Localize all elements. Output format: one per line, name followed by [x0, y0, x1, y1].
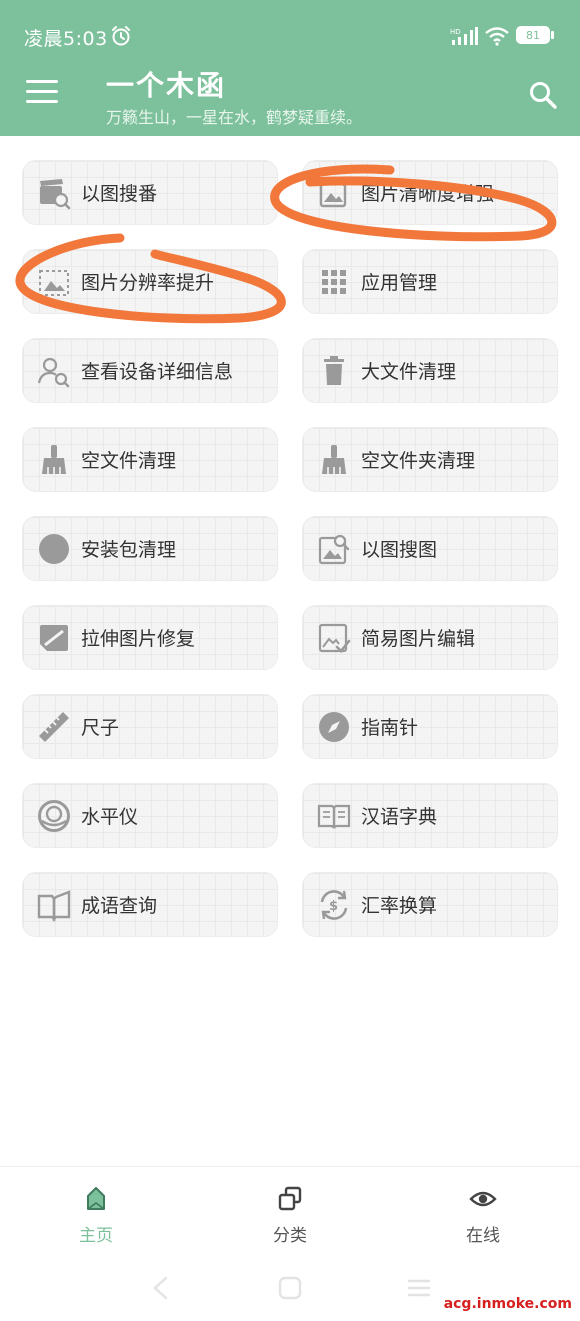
tool-label: 成语查询 — [81, 895, 158, 917]
tool-label: 大文件清理 — [361, 361, 457, 383]
tool-label: 尺子 — [81, 717, 120, 739]
search-icon[interactable] — [528, 80, 558, 110]
tool-label: 空文件清理 — [81, 450, 177, 472]
level-icon — [37, 799, 71, 833]
tool-label: 图片分辨率提升 — [81, 272, 215, 294]
tool-card[interactable]: 以图搜图 — [302, 516, 558, 581]
home-icon — [87, 1187, 105, 1210]
nav-label: 主页 — [79, 1226, 113, 1246]
tool-card[interactable]: 水平仪 — [22, 783, 278, 848]
nav-home[interactable]: 主页 — [36, 1185, 156, 1246]
nav-label: 分类 — [273, 1226, 307, 1246]
tool-card[interactable]: 图片分辨率提升 — [22, 249, 278, 314]
open-book-icon — [37, 888, 71, 922]
user-search-icon — [37, 354, 71, 388]
tool-card[interactable]: 尺子 — [22, 694, 278, 759]
tool-label: 安装包清理 — [81, 539, 177, 561]
tool-label: 指南针 — [361, 717, 419, 739]
compass-icon — [317, 710, 351, 744]
bottom-nav: 主页 分类 在线 — [0, 1166, 580, 1257]
tool-card[interactable]: 空文件清理 — [22, 427, 278, 492]
tool-card[interactable]: 查看设备详细信息 — [22, 338, 278, 403]
image-resolution-icon — [37, 265, 71, 299]
tool-label: 汉语字典 — [361, 806, 438, 828]
tool-card[interactable]: 拉伸图片修复 — [22, 605, 278, 670]
tool-card[interactable]: 大文件清理 — [302, 338, 558, 403]
battery-indicator: 81 — [516, 26, 550, 44]
tool-card[interactable]: 空文件夹清理 — [302, 427, 558, 492]
home-button-icon[interactable] — [275, 1274, 305, 1302]
nav-category[interactable]: 分类 — [230, 1185, 350, 1246]
book-icon — [317, 799, 351, 833]
tool-card[interactable]: 以图搜番 — [22, 160, 278, 225]
tool-card[interactable]: $ 汇率换算 — [302, 872, 558, 937]
grid-apps-icon — [317, 265, 351, 299]
tool-card[interactable]: 成语查询 — [22, 872, 278, 937]
ruler-icon — [37, 710, 71, 744]
circle-icon — [37, 532, 71, 566]
menu-icon[interactable] — [26, 80, 58, 106]
recent-apps-icon[interactable] — [404, 1274, 434, 1302]
tool-card[interactable]: 应用管理 — [302, 249, 558, 314]
currency-exchange-icon: $ — [317, 888, 351, 922]
back-icon[interactable] — [146, 1274, 176, 1302]
broom-icon — [37, 443, 71, 477]
tool-label: 汇率换算 — [361, 895, 438, 917]
tool-label: 图片清晰度增强 — [361, 183, 495, 205]
tool-card[interactable]: 简易图片编辑 — [302, 605, 558, 670]
tool-label: 拉伸图片修复 — [81, 628, 196, 650]
app-header: 凌晨5:03 HD 81 一个木函 万籁生山，一星在水，鹤梦疑重续。 — [0, 0, 580, 136]
broom-icon — [317, 443, 351, 477]
image-edit-icon — [317, 621, 351, 655]
tool-label: 查看设备详细信息 — [81, 361, 234, 383]
nav-online[interactable]: 在线 — [423, 1185, 543, 1246]
signal-icon: HD — [450, 27, 478, 45]
tool-card[interactable]: 图片清晰度增强 — [302, 160, 558, 225]
image-stretch-icon — [37, 621, 71, 655]
battery-tip — [551, 31, 554, 39]
app-subtitle: 万籁生山，一星在水，鹤梦疑重续。 — [106, 108, 363, 127]
image-enhance-icon — [317, 176, 351, 210]
watermark-text: acg.inmoke.com — [443, 1296, 572, 1312]
image-search-icon — [317, 532, 351, 566]
clapperboard-search-icon — [37, 176, 71, 210]
tool-label: 水平仪 — [81, 806, 139, 828]
nav-label: 在线 — [466, 1226, 500, 1246]
tool-label: 以图搜番 — [81, 183, 158, 205]
svg-text:$: $ — [329, 899, 338, 914]
trash-icon — [317, 354, 351, 388]
tool-card[interactable]: 指南针 — [302, 694, 558, 759]
svg-text:HD: HD — [450, 28, 461, 36]
tool-grid: 以图搜番 图片清晰度增强 图片分辨率提升 应用管理 查看设备详细信息 大文件清理… — [22, 160, 558, 937]
eye-icon — [469, 1191, 497, 1207]
tool-label: 应用管理 — [361, 272, 438, 294]
battery-level: 81 — [526, 28, 540, 42]
tool-card[interactable]: 汉语字典 — [302, 783, 558, 848]
category-icon — [278, 1186, 302, 1211]
tool-label: 简易图片编辑 — [361, 628, 476, 650]
wifi-icon — [485, 27, 509, 46]
alarm-icon — [112, 26, 130, 46]
tool-label: 空文件夹清理 — [361, 450, 476, 472]
status-bar: 凌晨5:03 HD 81 — [0, 0, 580, 70]
tool-label: 以图搜图 — [361, 539, 438, 561]
status-time: 凌晨5:03 — [24, 28, 108, 50]
app-title: 一个木函 — [106, 69, 227, 102]
tool-card[interactable]: 安装包清理 — [22, 516, 278, 581]
